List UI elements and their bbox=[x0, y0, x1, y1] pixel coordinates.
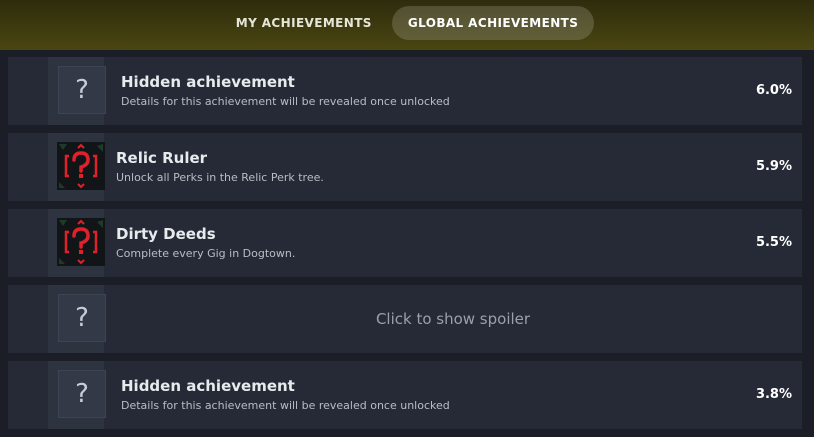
dirty-deeds-icon bbox=[57, 218, 105, 266]
achievement-percent: 6.0% bbox=[755, 83, 792, 98]
achievement-description: Complete every Gig in Dogtown. bbox=[116, 247, 296, 260]
top-bar: MY ACHIEVEMENTS GLOBAL ACHIEVEMENTS bbox=[0, 0, 814, 50]
achievement-description: Unlock all Perks in the Relic Perk tree. bbox=[116, 171, 324, 184]
achievement-percent: 5.5% bbox=[755, 235, 792, 250]
achievement-name: Relic Ruler bbox=[116, 149, 208, 167]
achievement-name: Hidden achievement bbox=[121, 377, 295, 395]
show-spoiler-button[interactable]: Click to show spoiler bbox=[104, 310, 802, 328]
tab-global-achievements[interactable]: GLOBAL ACHIEVEMENTS bbox=[391, 6, 595, 40]
achievement-row[interactable]: ? Hidden achievement Details for this ac… bbox=[8, 57, 802, 125]
tab-my-achievements[interactable]: MY ACHIEVEMENTS bbox=[220, 6, 388, 40]
question-icon: ? bbox=[58, 370, 106, 418]
achievement-row[interactable]: Dirty Deeds Complete every Gig in Dogtow… bbox=[8, 209, 802, 277]
achievement-percent: 3.8% bbox=[755, 387, 792, 402]
achievement-description: Details for this achievement will be rev… bbox=[121, 399, 450, 412]
achievement-list: ? Hidden achievement Details for this ac… bbox=[8, 57, 802, 437]
relic-ruler-icon bbox=[57, 142, 105, 190]
achievement-row[interactable]: ? Hidden achievement Details for this ac… bbox=[8, 361, 802, 429]
achievement-name: Dirty Deeds bbox=[116, 225, 216, 243]
achievement-percent: 5.9% bbox=[755, 159, 792, 174]
question-icon: ? bbox=[58, 66, 106, 114]
achievement-name: Hidden achievement bbox=[121, 73, 295, 91]
achievement-row[interactable]: Relic Ruler Unlock all Perks in the Reli… bbox=[8, 133, 802, 201]
question-icon: ? bbox=[58, 294, 106, 342]
spoiler-row[interactable]: ? Click to show spoiler bbox=[8, 285, 802, 353]
achievement-tabs: MY ACHIEVEMENTS GLOBAL ACHIEVEMENTS bbox=[0, 6, 814, 40]
achievement-description: Details for this achievement will be rev… bbox=[121, 95, 450, 108]
